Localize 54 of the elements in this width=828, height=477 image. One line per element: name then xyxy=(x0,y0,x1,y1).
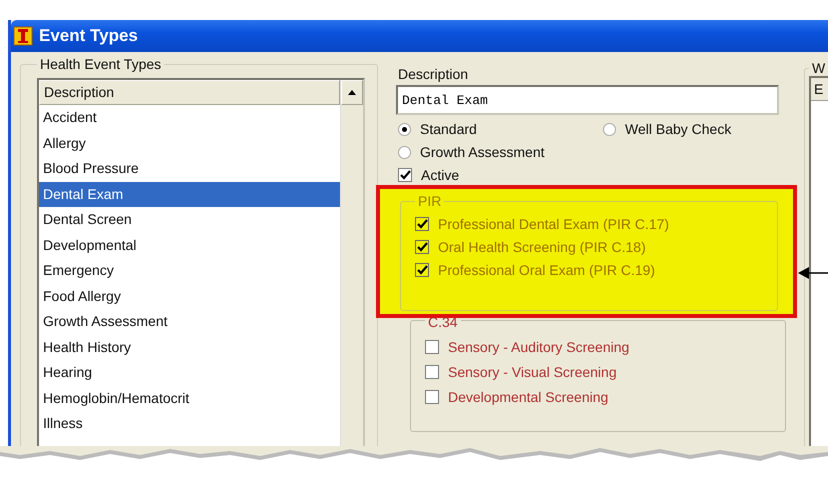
type-radio[interactable]: Growth Assessment xyxy=(398,144,603,160)
radio-label: Well Baby Check xyxy=(625,121,732,137)
group-legend: W xyxy=(809,60,828,76)
description-field[interactable]: Dental Exam xyxy=(396,85,779,115)
active-checkbox-row[interactable]: Active xyxy=(398,167,798,183)
up-arrow-icon xyxy=(348,90,356,95)
checkbox[interactable] xyxy=(398,168,412,182)
radio-label: Standard xyxy=(420,121,477,137)
app-icon xyxy=(13,26,33,46)
checkbox[interactable] xyxy=(425,365,439,379)
list-item[interactable]: Hemoglobin/Hematocrit xyxy=(39,386,340,411)
checkbox[interactable] xyxy=(415,217,429,231)
checkbox[interactable] xyxy=(425,390,439,404)
window-title: Event Types xyxy=(39,26,138,46)
check-icon xyxy=(416,242,428,252)
radio-button[interactable] xyxy=(398,146,411,158)
checkbox[interactable] xyxy=(415,263,429,277)
column-header[interactable]: E xyxy=(811,78,828,101)
list-item[interactable]: Dental Exam xyxy=(39,182,340,207)
group-legend: PIR xyxy=(415,193,444,209)
list-item[interactable]: Dental Screen xyxy=(39,207,340,232)
checkbox-label: Sensory - Visual Screening xyxy=(448,364,617,380)
radio-button[interactable] xyxy=(398,122,411,136)
column-header[interactable]: Description xyxy=(39,80,340,105)
checkbox-label: Active xyxy=(421,167,460,183)
radio-button[interactable] xyxy=(603,122,616,136)
list-item[interactable]: Emergency xyxy=(39,258,340,284)
list-item[interactable]: Hearing xyxy=(39,360,340,386)
check-icon xyxy=(416,264,428,276)
description-label: Description xyxy=(398,66,468,82)
check-icon xyxy=(416,218,428,230)
list-item[interactable]: Food Allergy xyxy=(39,284,340,309)
check-icon xyxy=(400,170,410,180)
pointer-arrow xyxy=(798,266,828,280)
list-item[interactable]: Allergy xyxy=(39,130,340,156)
list-item[interactable]: Developmental xyxy=(39,232,340,258)
list-item[interactable]: Blood Pressure xyxy=(39,156,340,182)
radio-label: Growth Assessment xyxy=(420,144,544,160)
checkbox-label: Developmental Screening xyxy=(448,389,608,405)
checkbox-label: Professional Dental Exam (PIR C.17) xyxy=(438,216,670,232)
checkbox[interactable] xyxy=(425,340,439,354)
group-legend: C.34 xyxy=(425,310,461,330)
list-item[interactable]: Illness xyxy=(39,411,340,436)
scroll-up-button[interactable] xyxy=(341,80,363,105)
checkbox-label: Professional Oral Exam (PIR C.19) xyxy=(438,262,656,278)
checkbox[interactable] xyxy=(415,240,429,254)
list-item[interactable]: Accident xyxy=(39,105,340,130)
checkbox-label: Oral Health Screening (PIR C.18) xyxy=(438,239,646,255)
type-radio[interactable]: Standard xyxy=(398,121,603,137)
list-item[interactable]: Growth Assessment xyxy=(39,309,340,334)
type-radio[interactable]: Well Baby Check xyxy=(603,121,803,137)
checkbox-label: Sensory - Auditory Screening xyxy=(448,339,630,355)
list-item[interactable]: Health History xyxy=(39,334,340,360)
group-legend: Health Event Types xyxy=(37,56,164,72)
